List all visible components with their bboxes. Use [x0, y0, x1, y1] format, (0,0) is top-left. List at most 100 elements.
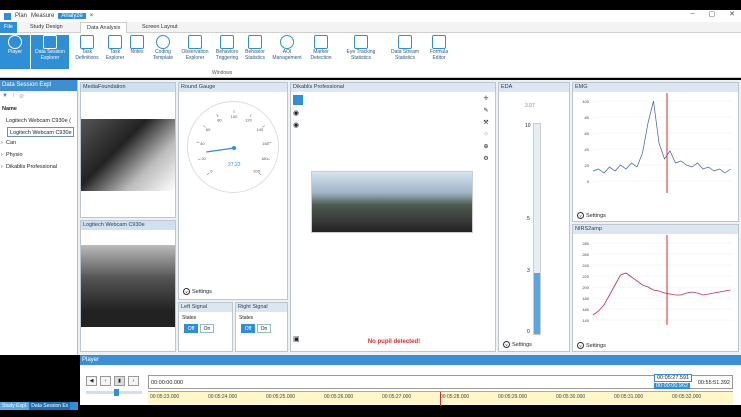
notes-button[interactable]: Notes: [124, 35, 150, 69]
dots-icon[interactable]: ⁘: [483, 131, 488, 138]
gear-icon[interactable]: ⚙: [483, 155, 488, 162]
eye-tracking-statistics-button[interactable]: Eye Tracking Statistics: [338, 35, 384, 69]
eye-icon[interactable]: ◉: [293, 109, 307, 117]
settings-toggle[interactable]: v Settings: [577, 212, 606, 219]
step-back-button[interactable]: ‹: [100, 376, 111, 386]
bottom-tabs: Study Expl. Data Session Ex: [0, 402, 78, 410]
trigger-icon: [220, 35, 234, 49]
gauge-hub: [232, 146, 236, 150]
screen-layout-tab[interactable]: Screen Layout: [136, 22, 183, 33]
off-toggle[interactable]: Off: [184, 324, 198, 333]
tree-item-webcam-2[interactable]: Logitech Webcam C930e: [7, 127, 74, 137]
settings-toggle[interactable]: v Settings: [183, 288, 212, 295]
filter-icon[interactable]: ▼: [2, 93, 8, 101]
marker-detection-button[interactable]: Marker Detection: [306, 35, 336, 69]
on-toggle[interactable]: On: [257, 324, 271, 333]
overview-timeline[interactable]: 00:00:00.000 00:55:51.392 00:05:27.591 0…: [148, 374, 733, 389]
observation-explorer-button[interactable]: Observation Explorer: [178, 35, 212, 69]
gauge-tick-label: 20: [201, 156, 206, 161]
app-logo-icon: [4, 12, 11, 20]
right-signal-panel: Right Signal States Off On: [235, 302, 288, 352]
behaviors-triggering-button[interactable]: Behaviors Triggering: [212, 35, 242, 69]
start-time: 00:00:00.000: [151, 380, 184, 386]
up-icon[interactable]: ↑: [12, 93, 15, 101]
target-icon[interactable]: ⊕: [483, 143, 488, 150]
nirs-y-tick: 260: [582, 252, 589, 257]
player-button[interactable]: Player: [0, 35, 30, 69]
off-toggle[interactable]: Off: [241, 324, 255, 333]
pen-icon[interactable]: ✎: [483, 107, 488, 114]
logitech-webcam-panel: Logitech Webcam C930e: [80, 220, 176, 352]
eye-icon[interactable]: ◉: [293, 121, 307, 129]
emg-y-tick: 60: [585, 131, 590, 136]
crosshair-icon[interactable]: ✛: [483, 95, 488, 102]
emg-y-tick: 40: [585, 147, 590, 152]
detail-timeline[interactable]: 00:05:23.000 00:05:24.000 00:05:25.000 00:0…: [148, 391, 733, 406]
emg-y-tick: 0: [587, 179, 590, 184]
study-design-tab[interactable]: Study Design: [24, 22, 69, 33]
on-toggle[interactable]: On: [200, 324, 214, 333]
emg-line: [592, 100, 731, 174]
nirs-y-tick: 180: [582, 296, 589, 301]
data-session-explorer-button[interactable]: Data Session Explorer: [31, 35, 69, 69]
eda-tick: 3: [527, 268, 530, 274]
dikablis-tools: ✛ ✎ ⚒ ⁘ ⊕ ⚙: [479, 95, 493, 162]
plan-tab[interactable]: Plan: [15, 13, 27, 19]
ribbon: Player Data Session Explorer Task Defini…: [0, 33, 741, 78]
data-session-explorer-panel: Data Session Expl ▼ ↑ ⊘ Name Logitech We…: [0, 80, 78, 355]
coding-template-button[interactable]: Coding Template: [148, 35, 178, 69]
wrench-icon[interactable]: ⚒: [483, 119, 488, 126]
panel-title: NIRS2amp: [573, 225, 738, 234]
database-icon: [43, 35, 57, 49]
delete-icon[interactable]: ⊘: [19, 93, 24, 101]
emg-y-tick: 100: [582, 99, 589, 104]
timeline-tick: 00:05:27.000: [382, 394, 412, 400]
pause-button[interactable]: ▮: [114, 376, 125, 386]
coding-icon: [156, 35, 170, 49]
task-definitions-button[interactable]: Task Definitions: [72, 35, 102, 69]
tree-item-physio[interactable]: › Physio: [0, 149, 77, 161]
nirs-chart: 280 260 240 220 200 180 160 140: [582, 235, 733, 325]
tree-item-can[interactable]: › Can: [0, 137, 77, 149]
data-analysis-tab[interactable]: Data Analysis: [80, 22, 128, 33]
settings-toggle[interactable]: v Settings: [503, 341, 532, 348]
gauge-tick-label: 120: [245, 117, 252, 122]
nirs-y-tick: 140: [582, 318, 589, 323]
chevron-down-icon: v: [577, 212, 584, 219]
panel-title: Round Gauge: [179, 83, 287, 92]
measure-tab[interactable]: Measure: [31, 13, 54, 19]
view-icon[interactable]: [293, 95, 303, 105]
file-tab[interactable]: File: [0, 22, 17, 33]
end-time: 00:55:51.392: [697, 380, 730, 386]
study-explorer-tab[interactable]: Study Expl.: [0, 402, 30, 410]
task-explorer-icon: [108, 35, 122, 49]
timeline-tick: 00:05:28.000: [440, 394, 470, 400]
panel-title: EMG: [573, 83, 738, 92]
maximize-icon[interactable]: ▢: [709, 10, 716, 18]
slider-handle[interactable]: [114, 389, 119, 396]
skip-back-button[interactable]: ◀: [86, 376, 97, 386]
tree-item-dikablis[interactable]: › Dikablis Professional: [0, 161, 77, 173]
step-forward-button[interactable]: ›: [128, 376, 139, 386]
dikablis-panel: Dikablis Professional ◉ ◉ ▣ ✛ ✎ ⚒ ⁘ ⊕ ⚙ …: [290, 82, 496, 352]
close-tab-icon[interactable]: ×: [90, 13, 94, 19]
settings-toggle[interactable]: v Settings: [577, 342, 606, 349]
chevron-right-icon: ›: [1, 164, 3, 170]
cockpit-video: [81, 245, 175, 327]
gauge-svg: 0 20 40 60 80 100 120 140 160 180 200: [196, 110, 272, 176]
gauge-tick-label: 40: [200, 141, 205, 146]
panel-title: Data Session Expl: [0, 80, 77, 91]
minimize-icon[interactable]: –: [691, 10, 695, 18]
tree-item-webcam-1[interactable]: Logitech Webcam C930e (: [0, 115, 77, 127]
close-icon[interactable]: ✕: [729, 10, 735, 18]
behavior-statistics-button[interactable]: Behavior Statistics: [240, 35, 270, 69]
analyze-tab[interactable]: Analyze: [58, 13, 86, 19]
gauge-needle: [206, 147, 235, 153]
data-session-explorer-tab[interactable]: Data Session Ex: [29, 402, 71, 410]
stream-chart-icon: [398, 35, 412, 49]
aoi-management-button[interactable]: AOI Management: [270, 35, 304, 69]
speed-slider[interactable]: [86, 389, 142, 396]
formula-editor-button[interactable]: Formula Editor: [424, 35, 454, 69]
data-stream-statistics-button[interactable]: Data Stream Statistics: [386, 35, 424, 69]
states-label: States: [182, 315, 197, 321]
